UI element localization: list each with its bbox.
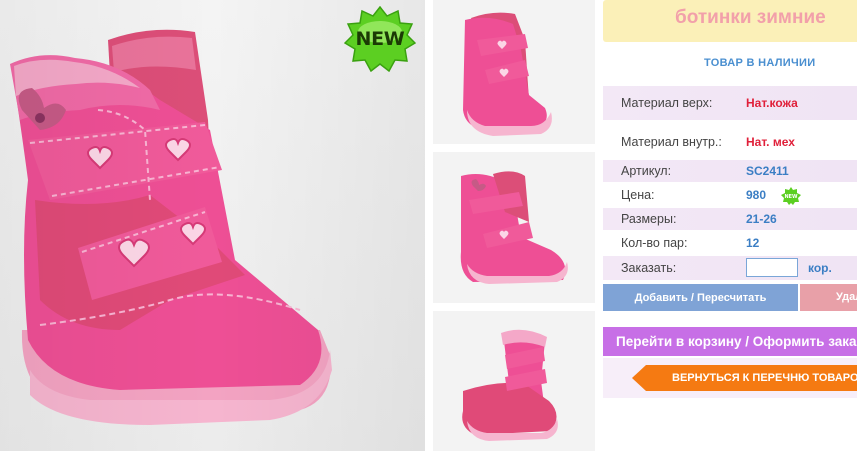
back-to-list-button[interactable]: ВЕРНУТЬСЯ К ПЕРЕЧНЮ ТОВАРОВ (632, 365, 857, 391)
boot-photo-thumb-1 (463, 12, 552, 136)
attr-value: SC2411 (746, 164, 789, 178)
availability-status: ТОВАР В НАЛИЧИИ (704, 57, 816, 69)
new-mini-badge-icon: NEW (781, 187, 801, 205)
product-title: ботинки зимние (675, 7, 826, 28)
attr-row-material-top: Материал верх: Нат.кожа (603, 86, 857, 120)
attr-value: 12 (746, 236, 760, 250)
attr-row-pairs: Кол-во пар: 12 (603, 232, 857, 254)
main-product-photo[interactable]: NEW (0, 0, 425, 451)
attr-value: Нат. мех (746, 135, 795, 149)
order-unit: кор. (808, 261, 832, 275)
attr-label: Кол-во пар: (621, 236, 688, 250)
new-mini-label: NEW (784, 194, 798, 200)
attr-value: 21-26 (746, 212, 777, 226)
add-recalculate-button[interactable]: Добавить / Пересчитать (603, 284, 798, 311)
product-title-bar: ботинки зимние (603, 0, 857, 42)
new-badge-label: NEW (355, 28, 405, 50)
thumbnail-1[interactable] (433, 0, 595, 144)
attr-row-material-inner: Материал внутр.: Нат. мех (603, 124, 857, 158)
order-quantity-input[interactable] (746, 258, 798, 277)
attr-label: Артикул: (621, 164, 672, 178)
back-to-list-label: ВЕРНУТЬСЯ К ПЕРЕЧНЮ ТОВАРОВ (672, 372, 857, 384)
attr-value: 980 (746, 188, 767, 202)
attr-label: Материал верх: (621, 96, 713, 110)
attr-row-article: Артикул: SC2411 (603, 160, 857, 182)
attr-value: Нат.кожа (746, 96, 798, 110)
new-mini-starburst: NEW (781, 187, 801, 205)
delete-button[interactable]: Удалить (800, 284, 857, 311)
attr-label: Цена: (621, 188, 655, 202)
new-badge-icon: NEW (343, 5, 417, 73)
boot-photo-thumb-3 (462, 329, 558, 441)
thumbnail-2[interactable] (433, 152, 595, 303)
go-to-cart-button[interactable]: Перейти в корзину / Оформить заказ (603, 327, 857, 356)
boot-photo-thumb-2 (460, 171, 568, 284)
attr-row-sizes: Размеры: 21-26 (603, 208, 857, 230)
order-label: Заказать: (621, 261, 677, 275)
attr-label: Размеры: (621, 212, 677, 226)
attr-row-price: Цена: 980 (603, 184, 857, 206)
thumbnail-3[interactable] (433, 311, 595, 451)
attr-label: Материал внутр.: (621, 135, 722, 149)
